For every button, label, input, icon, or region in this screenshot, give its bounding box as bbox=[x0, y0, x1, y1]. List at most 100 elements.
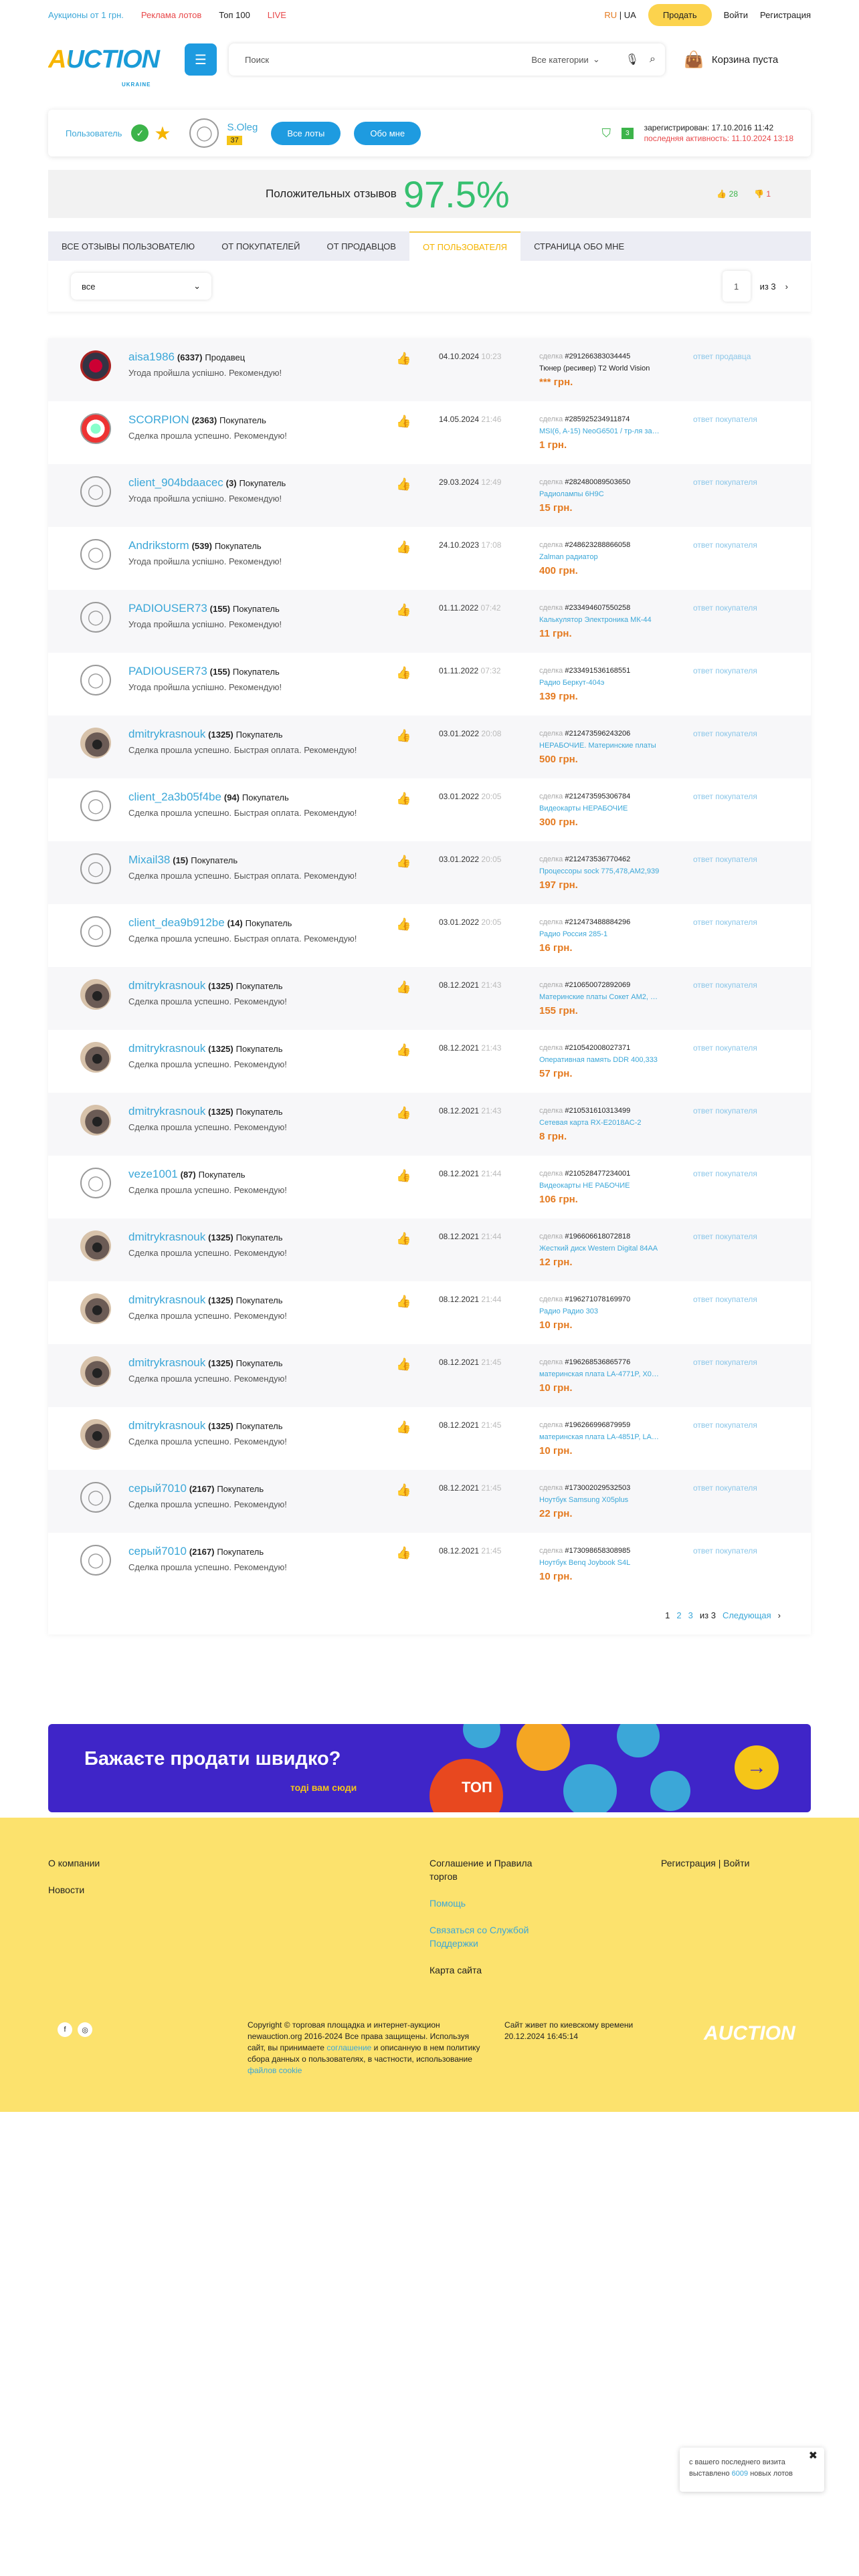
reply-link[interactable]: ответ покупателя bbox=[693, 1295, 757, 1304]
reviewer-name[interactable]: dmitrykrasnouk bbox=[128, 1105, 205, 1117]
reviewer-name[interactable]: dmitrykrasnouk bbox=[128, 1293, 205, 1306]
reply-link[interactable]: ответ покупателя bbox=[693, 540, 757, 550]
reply-link[interactable]: ответ покупателя bbox=[693, 666, 757, 675]
top-link-live[interactable]: LIVE bbox=[268, 10, 286, 20]
login-link[interactable]: Войти bbox=[724, 10, 748, 20]
top-link-ads[interactable]: Реклама лотов bbox=[141, 10, 201, 20]
reviewer-avatar[interactable]: ◯ bbox=[80, 790, 111, 821]
reply-link[interactable]: ответ покупателя bbox=[693, 1106, 757, 1115]
reviewer-name[interactable]: client_dea9b912be bbox=[128, 916, 225, 929]
top-link-top100[interactable]: Топ 100 bbox=[219, 10, 250, 20]
footer-sitemap[interactable]: Карта сайта bbox=[430, 1965, 482, 1975]
reply-link[interactable]: ответ покупателя bbox=[693, 1358, 757, 1367]
reviewer-avatar[interactable] bbox=[80, 1293, 111, 1324]
lot-title[interactable]: Оперативная память DDR 400,333 bbox=[539, 1056, 658, 1064]
reply-link[interactable]: ответ покупателя bbox=[693, 1232, 757, 1241]
chevron-right-icon[interactable]: › bbox=[778, 1610, 781, 1620]
chevron-right-icon[interactable]: › bbox=[785, 282, 788, 292]
reviewer-name[interactable]: dmitrykrasnouk bbox=[128, 1042, 205, 1055]
reviewer-name[interactable]: aisa1986 bbox=[128, 350, 175, 363]
reviewer-name[interactable]: PADIOUSER73 bbox=[128, 665, 207, 677]
tab-from-buyers[interactable]: ОТ ПОКУПАТЕЛЕЙ bbox=[208, 231, 313, 261]
reviewer-avatar[interactable] bbox=[80, 1105, 111, 1136]
lot-title[interactable]: Zalman радиатор bbox=[539, 553, 598, 561]
close-icon[interactable]: ✖ bbox=[809, 2450, 818, 2462]
reviewer-avatar[interactable] bbox=[80, 1042, 111, 1073]
lot-title[interactable]: Жесткий диск Western Digital 84AA bbox=[539, 1245, 658, 1253]
search-icon[interactable]: ⌕ bbox=[650, 53, 656, 66]
sell-button[interactable]: Продать bbox=[648, 3, 712, 26]
tab-all-reviews[interactable]: ВСЕ ОТЗЫВЫ ПОЛЬЗОВАТЕЛЮ bbox=[48, 231, 208, 261]
lang-ua[interactable]: UA bbox=[624, 10, 636, 20]
page-3[interactable]: 3 bbox=[688, 1610, 693, 1620]
footer-news[interactable]: Новости bbox=[48, 1885, 84, 1895]
cart[interactable]: 👜 Корзина пуста bbox=[684, 50, 778, 70]
reply-link[interactable]: ответ покупателя bbox=[693, 415, 757, 424]
arrow-right-icon[interactable]: → bbox=[735, 1745, 779, 1790]
lot-title[interactable]: материнская плата LA-4771P, X05... bbox=[539, 1370, 660, 1378]
reply-link[interactable]: ответ покупателя bbox=[693, 603, 757, 613]
lot-title[interactable]: Процессоры sock 775,478,AM2,939 bbox=[539, 867, 659, 875]
lot-title[interactable]: Калькулятор Электроника МК-44 bbox=[539, 616, 652, 624]
reviewer-name[interactable]: серый7010 bbox=[128, 1482, 187, 1495]
all-lots-button[interactable]: Все лоты bbox=[271, 121, 341, 145]
reviewer-avatar[interactable] bbox=[80, 979, 111, 1010]
footer-help[interactable]: Помощь bbox=[430, 1898, 466, 1909]
catalog-button[interactable]: ☰ bbox=[185, 43, 217, 76]
reviewer-avatar[interactable]: ◯ bbox=[80, 1168, 111, 1198]
reviewer-name[interactable]: серый7010 bbox=[128, 1545, 187, 1558]
footer-about[interactable]: О компании bbox=[48, 1858, 100, 1868]
lot-title[interactable]: Радио Россия 285-1 bbox=[539, 930, 607, 938]
page-1[interactable]: 1 bbox=[665, 1610, 670, 1620]
register-link[interactable]: Регистрация bbox=[760, 10, 811, 20]
reply-link[interactable]: ответ покупателя bbox=[693, 1546, 757, 1555]
lot-title[interactable]: Радио Беркут-404э bbox=[539, 679, 604, 687]
reviewer-name[interactable]: client_904bdaacec bbox=[128, 476, 223, 489]
reviewer-name[interactable]: client_2a3b05f4be bbox=[128, 790, 221, 803]
lot-title[interactable]: Ноутбук Benq Joybook S4L bbox=[539, 1559, 630, 1567]
reviewer-avatar[interactable]: ◯ bbox=[80, 853, 111, 884]
reply-link[interactable]: ответ продавца bbox=[693, 352, 751, 361]
search-category-select[interactable]: Все категории ⌄ bbox=[531, 54, 599, 65]
reviewer-avatar[interactable]: ◯ bbox=[80, 1482, 111, 1513]
reviewer-name[interactable]: dmitrykrasnouk bbox=[128, 979, 205, 992]
search-bar[interactable]: Поиск Все категории ⌄ 🎙 ⌕ bbox=[229, 43, 665, 76]
footer-register[interactable]: Регистрация bbox=[661, 1858, 716, 1868]
reviewer-avatar[interactable]: ◯ bbox=[80, 916, 111, 947]
next-page-link[interactable]: Следующая bbox=[723, 1610, 771, 1620]
reviewer-avatar[interactable]: ◯ bbox=[80, 665, 111, 695]
reviewer-name[interactable]: veze1001 bbox=[128, 1168, 178, 1180]
lot-title[interactable]: MSI(6, A-15) NeoG6501 / тр-ля запча... bbox=[539, 427, 660, 435]
tab-from-user[interactable]: ОТ ПОЛЬЗОВАТЕЛЯ bbox=[409, 231, 521, 261]
reply-link[interactable]: ответ покупателя bbox=[693, 918, 757, 927]
reviewer-avatar[interactable]: ◯ bbox=[80, 602, 111, 633]
reviewer-avatar[interactable] bbox=[80, 350, 111, 381]
reply-link[interactable]: ответ покупателя bbox=[693, 1483, 757, 1493]
lot-title[interactable]: Видеокарты НЕ РАБОЧИЕ bbox=[539, 1182, 630, 1190]
reply-link[interactable]: ответ покупателя bbox=[693, 792, 757, 801]
reply-link[interactable]: ответ покупателя bbox=[693, 1043, 757, 1053]
reviewer-avatar[interactable]: ◯ bbox=[80, 1545, 111, 1576]
footer-agreement[interactable]: Соглашение и Правила торгов bbox=[430, 1858, 532, 1882]
reply-link[interactable]: ответ покупателя bbox=[693, 729, 757, 738]
top-link-auctions[interactable]: Аукционы от 1 грн. bbox=[48, 10, 124, 20]
reply-link[interactable]: ответ покупателя bbox=[693, 1420, 757, 1430]
reply-link[interactable]: ответ покупателя bbox=[693, 477, 757, 487]
lot-title[interactable]: Ноутбук Samsung X05plus bbox=[539, 1496, 628, 1504]
lot-title[interactable]: Сетевая карта RX-E2018AC-2 bbox=[539, 1119, 642, 1127]
cookie-link[interactable]: файлов cookie bbox=[248, 2066, 302, 2075]
lot-title[interactable]: Тюнер (ресивер) T2 World Vision bbox=[539, 364, 650, 372]
agreement-link[interactable]: соглашение bbox=[326, 2043, 371, 2052]
microphone-icon[interactable]: 🎙 bbox=[626, 53, 639, 66]
promo-banner[interactable]: ТОП Бажаєте продати швидко? тоді вам сюд… bbox=[48, 1724, 811, 1812]
lot-title[interactable]: НЕРАБОЧИЕ. Материнские платы bbox=[539, 742, 656, 750]
reviewer-avatar[interactable]: ◯ bbox=[80, 476, 111, 507]
about-me-button[interactable]: Обо мне bbox=[354, 121, 421, 145]
reviewer-name[interactable]: dmitrykrasnouk bbox=[128, 1230, 205, 1243]
reply-link[interactable]: ответ покупателя bbox=[693, 980, 757, 990]
search-input[interactable]: Поиск bbox=[245, 55, 269, 65]
reply-link[interactable]: ответ покупателя bbox=[693, 855, 757, 864]
lot-title[interactable]: Радио Радио 303 bbox=[539, 1307, 598, 1315]
reply-link[interactable]: ответ покупателя bbox=[693, 1169, 757, 1178]
page-input[interactable]: 1 bbox=[723, 271, 751, 302]
